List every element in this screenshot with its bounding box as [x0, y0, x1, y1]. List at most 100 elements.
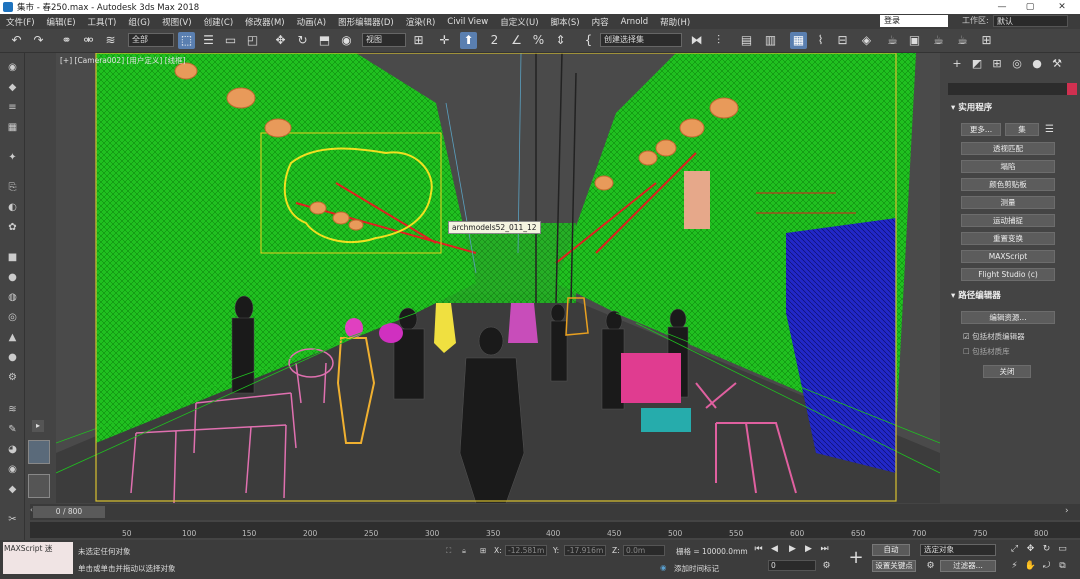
camera-icon[interactable]: ⎘ — [5, 181, 20, 195]
zoom-icon[interactable]: ✥ — [1024, 543, 1037, 556]
create-icon[interactable]: ◆ — [5, 81, 20, 95]
hierarchy-tab-icon[interactable]: ⊞ — [989, 57, 1005, 71]
time-config-icon[interactable]: ⚙ — [820, 560, 833, 573]
align-icon[interactable]: ⫶ — [710, 32, 727, 49]
box-icon[interactable]: ■ — [5, 251, 20, 265]
brush-icon[interactable]: ✎ — [5, 423, 20, 437]
motion-tab-icon[interactable]: ◎ — [1009, 57, 1025, 71]
window-crossing-icon[interactable]: ◰ — [244, 32, 261, 49]
measure-button[interactable]: 测量 — [961, 196, 1055, 209]
unlink-icon[interactable]: ⚮ — [80, 32, 97, 49]
orbit-icon[interactable]: ↻ — [1040, 543, 1053, 556]
snaps-toggle-icon[interactable]: 2 — [486, 32, 503, 49]
helper-icon[interactable]: ◐ — [5, 201, 20, 215]
select-by-name-icon[interactable]: ☰ — [200, 32, 217, 49]
close-button[interactable]: ✕ — [1050, 0, 1074, 14]
pivot-center-icon[interactable]: ⊞ — [410, 32, 427, 49]
workspace-dropdown[interactable]: 默认 — [993, 15, 1068, 27]
sphere-icon[interactable]: ● — [5, 271, 20, 285]
scale-icon[interactable]: ⬒ — [316, 32, 333, 49]
reset-xform-button[interactable]: 重置变换 — [961, 232, 1055, 245]
color-icon[interactable]: ◕ — [5, 443, 20, 457]
key-filters-button[interactable]: 过滤器... — [940, 560, 996, 572]
viewport-label[interactable]: [+] [Camera002] [用户定义] [线框] — [60, 55, 186, 66]
time-tag-icon[interactable]: ◉ — [660, 563, 667, 572]
mirror-icon[interactable]: ⧓ — [688, 32, 705, 49]
list-icon[interactable]: ≡ — [5, 101, 20, 115]
ribbon-toggle-icon[interactable]: ▥ — [762, 32, 779, 49]
flight-studio-button[interactable]: Flight Studio (c) — [961, 268, 1055, 281]
more-button[interactable]: 更多... — [961, 123, 1001, 136]
spacewarp-icon[interactable]: ✿ — [5, 221, 20, 235]
pan-icon[interactable]: ⤢ — [1008, 543, 1021, 556]
select-object-icon[interactable]: ⬚ — [178, 32, 195, 49]
viewport-layout-2[interactable] — [28, 474, 50, 498]
y-coordinate-field[interactable]: -17.916m — [564, 545, 606, 556]
menu-animation[interactable]: 动画(A) — [291, 16, 332, 28]
named-selection-dropdown[interactable]: 创建选择集 — [600, 33, 682, 47]
camera-viewport[interactable]: [+] [Camera002] [用户定义] [线框] archmodels52… — [56, 53, 940, 503]
leaf-icon[interactable]: ◆ — [5, 483, 20, 497]
render-production-icon[interactable]: ☕ — [930, 32, 947, 49]
time-slider[interactable]: 0 / 800 — [33, 506, 105, 518]
gear-icon[interactable]: ⚙ — [5, 371, 20, 385]
roll-icon[interactable]: ⤾ — [1040, 560, 1053, 573]
color-clipboard-button[interactable]: 颜色剪贴板 — [961, 178, 1055, 191]
link-icon[interactable]: ⚭ — [58, 32, 75, 49]
material-editor-icon[interactable]: ◈ — [858, 32, 875, 49]
utilities-rollout-header[interactable]: ▾ 实用程序 — [948, 102, 1076, 115]
ref-coord-dropdown[interactable]: 视图 — [362, 33, 406, 47]
walk-icon[interactable]: ✋ — [1024, 560, 1037, 573]
spinner-snap-icon[interactable]: ⇕ — [552, 32, 569, 49]
menu-scripting[interactable]: 脚本(S) — [545, 16, 586, 28]
layers-icon[interactable]: ▦ — [5, 121, 20, 135]
cylinder-icon[interactable]: ◍ — [5, 291, 20, 305]
render-setup-icon[interactable]: ☕ — [884, 32, 901, 49]
menu-views[interactable]: 视图(V) — [156, 16, 197, 28]
render-cloud-icon[interactable]: ⊞ — [978, 32, 995, 49]
zoom-extents-icon[interactable]: ⚡ — [1008, 560, 1021, 573]
cone-icon[interactable]: ▲ — [5, 331, 20, 345]
timeline-ruler[interactable]: 50 100 150 200 250 300 350 400 450 500 5… — [30, 522, 1080, 538]
menu-content[interactable]: 内容 — [586, 16, 615, 28]
schematic-view-icon[interactable]: ⊟ — [834, 32, 851, 49]
globe-icon[interactable]: ◉ — [5, 463, 20, 477]
motion-capture-button[interactable]: 运动捕捉 — [961, 214, 1055, 227]
minimize-button[interactable]: — — [990, 0, 1014, 14]
menu-graph-editors[interactable]: 图形编辑器(D) — [332, 16, 400, 28]
next-arrow-icon[interactable]: › — [1065, 506, 1069, 516]
select-manipulate-icon[interactable]: ✛ — [436, 32, 453, 49]
menu-rendering[interactable]: 渲染(R) — [400, 16, 442, 28]
redo-icon[interactable]: ↷ — [30, 32, 47, 49]
layer-explorer-icon[interactable]: ▤ — [738, 32, 755, 49]
menu-help[interactable]: 帮助(H) — [654, 16, 696, 28]
menu-tools[interactable]: 工具(T) — [82, 16, 123, 28]
modify-tab-icon[interactable]: ◩ — [969, 57, 985, 71]
light-icon[interactable]: ✦ — [5, 151, 20, 165]
menu-arnold[interactable]: Arnold — [615, 17, 655, 27]
edit-resources-button[interactable]: 编辑资源... — [961, 311, 1055, 324]
add-time-tag[interactable]: 添加时间标记 — [674, 563, 719, 574]
include-material-editor-checkbox[interactable]: ☑ 包括材质编辑器 — [963, 331, 1025, 342]
teapot-icon[interactable]: ● — [5, 351, 20, 365]
eye-icon[interactable]: ◉ — [5, 61, 20, 75]
percent-snap-icon[interactable]: % — [530, 32, 547, 49]
go-to-end-icon[interactable]: ⏭ — [818, 543, 831, 556]
display-tab-icon[interactable]: ● — [1029, 57, 1045, 71]
menu-group[interactable]: 组(G) — [122, 16, 156, 28]
rotate-icon[interactable]: ↻ — [294, 32, 311, 49]
menu-civil-view[interactable]: Civil View — [441, 17, 494, 27]
transform-mode-icon[interactable]: ⊞ — [480, 546, 486, 555]
maximize-viewport-icon[interactable]: ⧉ — [1056, 560, 1069, 573]
fov-icon[interactable]: ▭ — [1056, 543, 1069, 556]
login-dropdown[interactable]: 登录 — [880, 15, 948, 27]
key-mode-icon[interactable]: ⚙ — [924, 560, 937, 573]
prev-arrow-icon[interactable]: ‹ — [30, 506, 33, 518]
keyboard-shortcut-override-icon[interactable]: ⬆ — [460, 32, 477, 49]
next-frame-icon[interactable]: ▶ — [802, 543, 815, 556]
expand-arrow-icon[interactable]: ▸ — [32, 420, 44, 432]
angle-snap-icon[interactable]: ∠ — [508, 32, 525, 49]
curve-editor-icon[interactable]: ⌇ — [812, 32, 829, 49]
set-key-icon[interactable]: + — [846, 548, 866, 568]
maxscript-listener[interactable]: MAXScript 迷 — [3, 542, 73, 574]
